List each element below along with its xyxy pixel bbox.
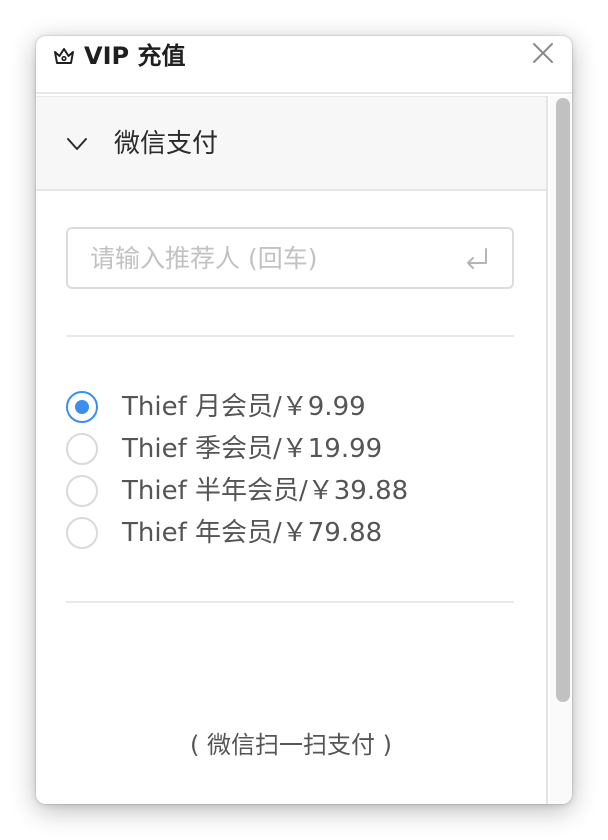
plan-half-year[interactable]: Thief 半年会员/￥39.88 <box>66 471 506 513</box>
scrollbar-thumb[interactable] <box>556 98 570 702</box>
plan-label: Thief 月会员/￥9.99 <box>122 392 366 422</box>
radio-dot <box>75 400 89 414</box>
plan-monthly[interactable]: Thief 月会员/￥9.99 <box>66 387 506 429</box>
radio-button[interactable] <box>66 517 98 549</box>
plan-label: Thief 年会员/￥79.88 <box>122 518 383 548</box>
scan-to-pay-note: ( 微信扫一扫支付 ) <box>190 731 392 759</box>
title-bar: VIP 充值 <box>36 36 572 94</box>
dialog-content: 微信支付 Thief 月会员/￥9.99 Thief 季会员/￥19.99 Th… <box>36 96 548 804</box>
radio-button[interactable] <box>66 433 98 465</box>
plan-yearly[interactable]: Thief 年会员/￥79.88 <box>66 513 506 555</box>
plan-label: Thief 半年会员/￥39.88 <box>122 476 409 506</box>
chevron-down-icon[interactable] <box>66 135 88 153</box>
enter-icon[interactable] <box>464 247 490 269</box>
plan-quarterly[interactable]: Thief 季会员/￥19.99 <box>66 429 506 471</box>
wechat-pay-panel-header[interactable]: 微信支付 <box>36 97 546 191</box>
crown-icon <box>54 48 74 64</box>
plan-label: Thief 季会员/￥19.99 <box>122 434 383 464</box>
vip-recharge-dialog: VIP 充值 微信支付 Thief 月会员/￥9.99 T <box>36 36 572 804</box>
referrer-input[interactable] <box>90 229 460 287</box>
radio-button[interactable] <box>66 475 98 507</box>
radio-button-selected[interactable] <box>66 391 98 423</box>
referrer-input-box[interactable] <box>66 227 514 289</box>
close-icon[interactable] <box>530 40 556 66</box>
divider <box>66 335 514 337</box>
dialog-title: VIP 充值 <box>84 42 186 70</box>
divider <box>66 601 514 603</box>
panel-title: 微信支付 <box>114 129 219 159</box>
